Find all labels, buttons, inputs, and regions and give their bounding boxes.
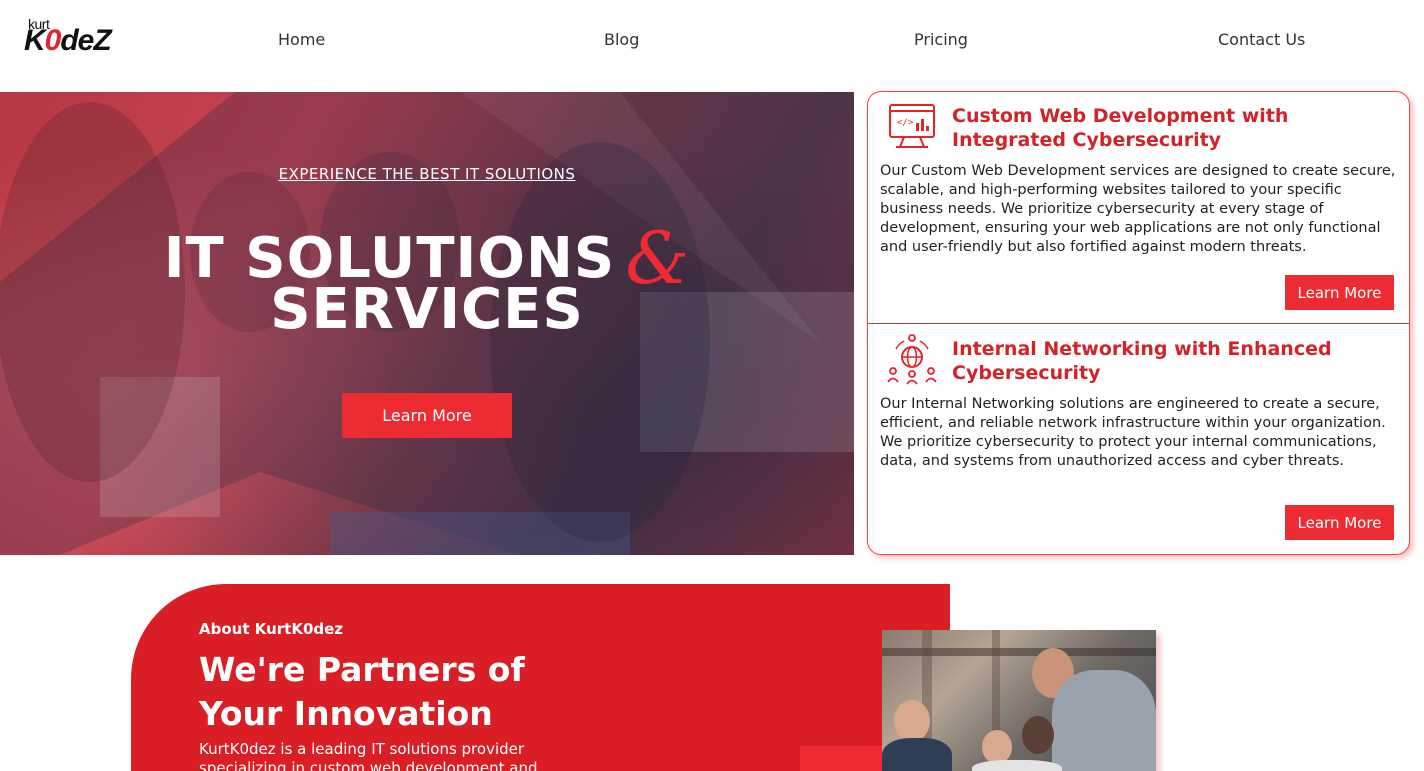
- networking-learn-more-button[interactable]: Learn More: [1285, 505, 1394, 540]
- web-development-learn-more-button[interactable]: Learn More: [1285, 275, 1394, 310]
- top-navigation: kurt K0deZ Home Blog Pricing Contact Us: [0, 0, 1424, 92]
- web-development-icon: </>: [889, 104, 935, 148]
- brand-logo[interactable]: kurt K0deZ: [24, 14, 124, 60]
- hero-learn-more-button[interactable]: Learn More: [342, 393, 512, 438]
- nav-link-contact-us[interactable]: Contact Us: [1218, 30, 1305, 49]
- hero-eyebrow-link[interactable]: EXPERIENCE THE BEST IT SOLUTIONS: [0, 165, 854, 183]
- service-card-web-development: </> Custom Web Development with Integrat…: [868, 92, 1409, 324]
- network-icon: [887, 334, 937, 385]
- hero-title-line-2: SERVICES: [270, 277, 584, 342]
- about-body-text: KurtK0dez is a leading IT solutions prov…: [199, 740, 538, 771]
- nav-link-pricing[interactable]: Pricing: [914, 30, 968, 49]
- services-panel: </> Custom Web Development with Integrat…: [867, 91, 1410, 555]
- service-title: Custom Web Development with Integrated C…: [952, 105, 1289, 151]
- service-description: Our Internal Networking solutions are en…: [880, 396, 1386, 469]
- service-description: Our Custom Web Development services are …: [880, 163, 1396, 255]
- about-section: About KurtK0dez We're Partners of Your I…: [131, 584, 950, 771]
- logo-big-text: K0deZ: [24, 24, 112, 57]
- about-kicker: About KurtK0dez: [199, 620, 344, 638]
- nav-link-home[interactable]: Home: [278, 30, 325, 49]
- nav-link-blog[interactable]: Blog: [604, 30, 639, 49]
- about-team-photo: [882, 630, 1156, 771]
- about-headline: We're Partners of Your Innovation: [199, 650, 525, 733]
- service-card-internal-networking: Internal Networking with Enhanced Cybers…: [868, 325, 1409, 554]
- service-title: Internal Networking with Enhanced Cybers…: [952, 338, 1332, 384]
- svg-text:</>: </>: [897, 118, 914, 128]
- hero-banner: EXPERIENCE THE BEST IT SOLUTIONS IT SOLU…: [0, 92, 854, 555]
